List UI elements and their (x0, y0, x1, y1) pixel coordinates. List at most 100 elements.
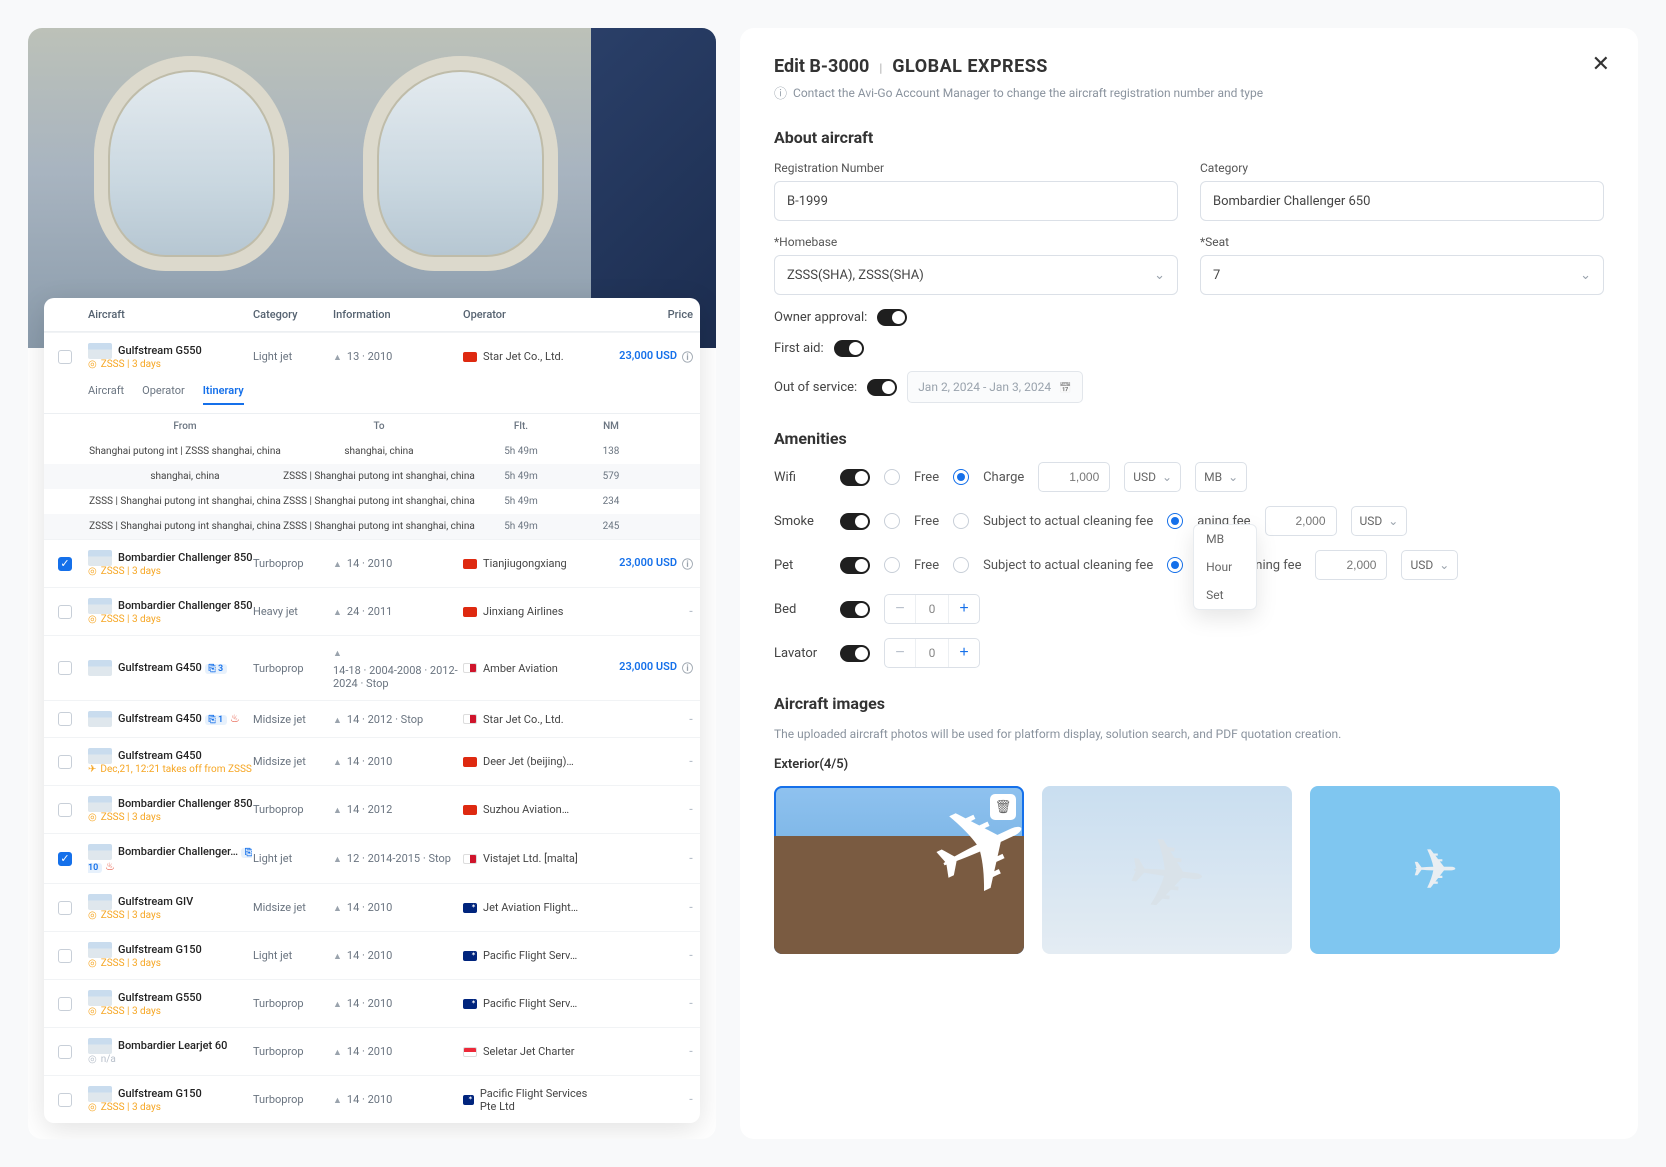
wifi-free-radio[interactable] (884, 469, 900, 485)
home-select[interactable]: ZSSS(SHA), ZSSS(SHA)⌄ (774, 255, 1178, 295)
table-row[interactable]: Gulfstream G550◎ ZSSS | 3 days Light jet… (44, 332, 700, 380)
row-checkbox[interactable] (58, 712, 72, 726)
out-of-service-toggle[interactable] (867, 379, 897, 396)
smoke-currency-select[interactable]: USD⌄ (1351, 506, 1408, 536)
row-checkbox[interactable] (58, 997, 72, 1011)
lavator-minus-button[interactable]: − (885, 639, 915, 667)
table-row[interactable]: Bombardier Challenger 850◎ ZSSS | 3 days… (44, 587, 700, 635)
aircraft-list-panel: Aircraft Category Information Operator P… (28, 28, 716, 1139)
pet-free-radio[interactable] (884, 557, 900, 573)
itinerary-row: ZSSS | Shanghai putong int shanghai, chi… (44, 489, 700, 514)
tab-operator[interactable]: Operator (142, 384, 185, 405)
table-row[interactable]: Bombardier Learjet 60◎ n/a Turboprop 14 … (44, 1027, 700, 1075)
oos-date-range[interactable]: Jan 2, 2024 - Jan 3, 2024 (907, 371, 1082, 403)
section-images: Aircraft images (774, 694, 1604, 713)
unit-option-mb[interactable]: MB (1194, 525, 1256, 553)
row-checkbox[interactable] (58, 661, 72, 675)
reg-input[interactable]: B-1999 (774, 181, 1178, 221)
smoke-free-radio[interactable] (884, 513, 900, 529)
exterior-image-1[interactable]: ✈ 🗑 (774, 786, 1024, 954)
aircraft-window-graphic (363, 56, 558, 271)
smoke-toggle[interactable] (840, 513, 870, 530)
bed-label: Bed (774, 602, 826, 617)
pet-label: Pet (774, 558, 826, 573)
aircraft-thumb (88, 990, 112, 1006)
tab-itinerary[interactable]: Itinerary (203, 384, 244, 405)
col-price: Price (593, 308, 693, 321)
wifi-charge-radio[interactable] (953, 469, 969, 485)
table-row[interactable]: Gulfstream G450 ⎘ 3 Turboprop 14-18 · 20… (44, 635, 700, 700)
table-row[interactable]: Bombardier Challenger 850◎ ZSSS | 3 days… (44, 785, 700, 833)
pet-toggle[interactable] (840, 557, 870, 574)
seats-icon (333, 350, 342, 363)
close-icon[interactable]: ✕ (1592, 52, 1610, 77)
home-label: *Homebase (774, 235, 1178, 249)
exterior-image-3[interactable]: ✈ (1310, 786, 1560, 954)
cat-input[interactable]: Bombardier Challenger 650 (1200, 181, 1604, 221)
flag-icon (463, 1047, 477, 1057)
row-checkbox[interactable]: ✓ (58, 557, 72, 571)
owner-approval-toggle[interactable] (877, 309, 907, 326)
first-aid-toggle[interactable] (834, 340, 864, 357)
table-row[interactable]: Gulfstream G450✈ Dec,21, 12:21 takes off… (44, 737, 700, 785)
table-row[interactable]: Gulfstream G150◎ ZSSS | 3 days Light jet… (44, 931, 700, 979)
row-checkbox[interactable] (58, 949, 72, 963)
wifi-toggle[interactable] (840, 469, 870, 486)
pet-clean-radio[interactable] (953, 557, 969, 573)
info-icon (682, 660, 693, 676)
lavator-stepper[interactable]: − 0 + (884, 638, 980, 668)
exterior-image-2[interactable]: ✈ (1042, 786, 1292, 954)
pet-amount-input[interactable] (1315, 550, 1387, 580)
lavator-plus-button[interactable]: + (949, 639, 979, 667)
aircraft-thumb (88, 748, 112, 764)
bed-plus-button[interactable]: + (949, 595, 979, 623)
calendar-icon (1059, 380, 1071, 394)
flag-icon (463, 951, 477, 961)
delete-image-icon[interactable]: 🗑 (990, 794, 1016, 820)
lavator-toggle[interactable] (840, 645, 870, 662)
table-row[interactable]: Gulfstream G450 ⎘ 1 ♨ Midsize jet 14 · 2… (44, 700, 700, 737)
chevron-down-icon: ⌄ (1580, 268, 1591, 283)
aircraft-thumb (88, 796, 112, 812)
seat-select[interactable]: 7⌄ (1200, 255, 1604, 295)
pet-currency-select[interactable]: USD⌄ (1401, 550, 1458, 580)
images-note: The uploaded aircraft photos will be use… (774, 727, 1604, 741)
wifi-unit-select[interactable]: MB⌄ (1195, 462, 1247, 492)
bed-minus-button[interactable]: − (885, 595, 915, 623)
seat-label: *Seat (1200, 235, 1604, 249)
pet-fixed-radio[interactable] (1167, 557, 1183, 573)
row-checkbox[interactable] (58, 605, 72, 619)
tab-aircraft[interactable]: Aircraft (88, 384, 124, 405)
wifi-amount-input[interactable] (1038, 462, 1110, 492)
row-checkbox[interactable]: ✓ (58, 852, 72, 866)
table-row[interactable]: Gulfstream G550◎ ZSSS | 3 days Turboprop… (44, 979, 700, 1027)
row-checkbox[interactable] (58, 755, 72, 769)
unit-option-hour[interactable]: Hour (1194, 553, 1256, 581)
exterior-label: Exterior(4/5) (774, 757, 1604, 772)
row-checkbox[interactable] (58, 803, 72, 817)
unit-option-set[interactable]: Set (1194, 581, 1256, 609)
flag-icon (463, 805, 477, 815)
bed-stepper[interactable]: − 0 + (884, 594, 980, 624)
col-aircraft: Aircraft (88, 308, 253, 321)
firstaid-label: First aid: (774, 341, 824, 356)
wifi-currency-select[interactable]: USD⌄ (1124, 462, 1181, 492)
col-category: Category (253, 308, 333, 321)
table-row[interactable]: Gulfstream G150◎ ZSSS | 3 days Turboprop… (44, 1075, 700, 1123)
seats-icon (333, 1045, 342, 1058)
flag-icon (463, 1095, 474, 1105)
bed-toggle[interactable] (840, 601, 870, 618)
aircraft-thumb (88, 844, 112, 860)
table-row[interactable]: Gulfstream GIV◎ ZSSS | 3 days Midsize je… (44, 883, 700, 931)
aircraft-thumb (88, 660, 112, 676)
row-checkbox[interactable] (58, 1093, 72, 1107)
table-row[interactable]: ✓ Bombardier Challenger… ⎘ 10 ♨ Light je… (44, 833, 700, 883)
row-checkbox[interactable] (58, 901, 72, 915)
row-checkbox[interactable] (58, 1045, 72, 1059)
smoke-amount-input[interactable] (1265, 506, 1337, 536)
wifi-label: Wifi (774, 470, 826, 485)
row-checkbox[interactable] (58, 350, 72, 364)
smoke-fixed-radio[interactable] (1167, 513, 1183, 529)
smoke-clean-radio[interactable] (953, 513, 969, 529)
table-row[interactable]: ✓ Bombardier Challenger 850◎ ZSSS | 3 da… (44, 539, 700, 587)
